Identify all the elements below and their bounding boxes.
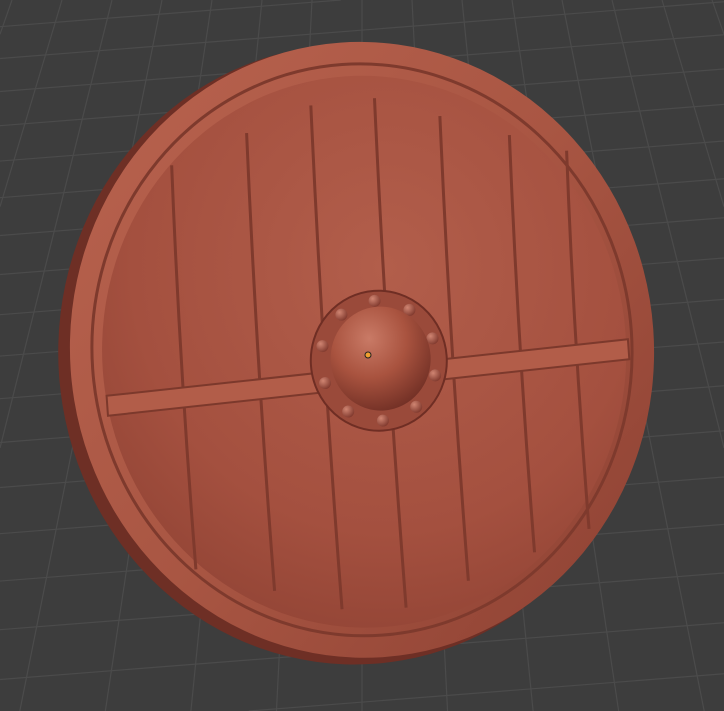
grid-line <box>0 0 13 35</box>
origin-marker-icon[interactable] <box>364 351 372 359</box>
3d-viewport[interactable] <box>0 0 724 711</box>
viewport-canvas[interactable] <box>0 0 724 711</box>
grid-line <box>711 0 724 35</box>
grid-line <box>661 0 724 207</box>
grid-line <box>0 0 63 207</box>
shield-model[interactable] <box>37 22 675 684</box>
grid-line <box>0 0 341 28</box>
grid-line <box>248 673 724 711</box>
